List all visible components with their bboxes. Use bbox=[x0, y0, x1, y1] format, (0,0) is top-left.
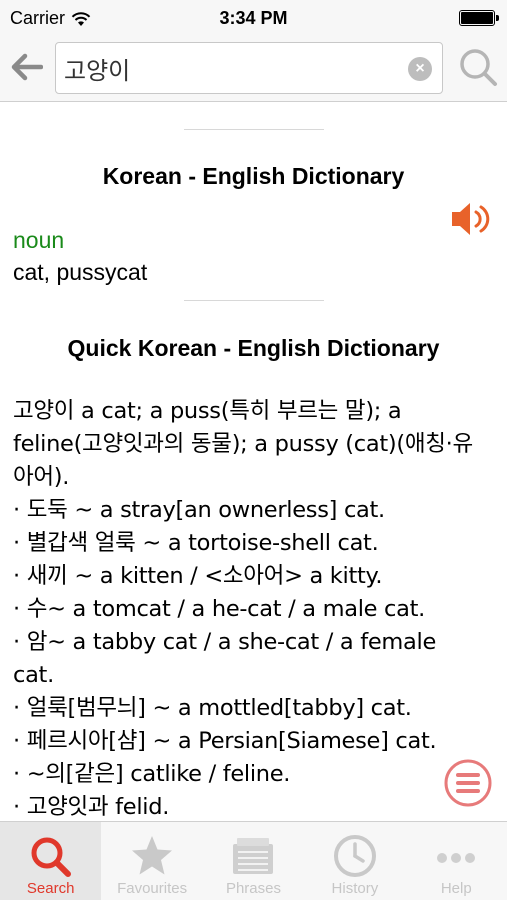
entry-line: 아어). bbox=[13, 464, 70, 490]
tab-phrases[interactable]: Phrases bbox=[203, 822, 304, 900]
phrases-icon bbox=[233, 838, 274, 874]
tab-history[interactable]: History bbox=[304, 822, 405, 900]
search-icon bbox=[460, 49, 497, 86]
entry-line: · ~의[같은] catlike / feline. bbox=[13, 761, 291, 787]
battery-icon bbox=[459, 10, 499, 26]
result-content[interactable]: Korean - English Dictionary noun cat, pu… bbox=[0, 103, 507, 821]
tab-label: Favourites bbox=[117, 880, 188, 897]
close-icon: × bbox=[415, 60, 425, 77]
entry-line: · 얼룩[범무늬] ~ a mottled[tabby] cat. bbox=[13, 695, 412, 721]
menu-icon bbox=[444, 759, 492, 807]
more-icon bbox=[437, 853, 476, 863]
definition-text: cat, pussycat bbox=[13, 259, 148, 285]
clock-icon bbox=[333, 835, 376, 877]
status-time: 3:34 PM bbox=[219, 8, 288, 28]
back-arrow-icon bbox=[11, 53, 43, 81]
tab-search[interactable]: Search bbox=[0, 822, 102, 900]
entry-line: · 도둑 ~ a stray[an ownerless] cat. bbox=[13, 497, 385, 523]
divider bbox=[184, 129, 324, 130]
speaker-icon bbox=[452, 203, 490, 235]
entry-line: 고양이 a cat; a puss(특히 부르는 말); a bbox=[13, 398, 402, 424]
tab-label: History bbox=[331, 880, 379, 897]
entry-line: · 별갑색 얼룩 ~ a tortoise-shell cat. bbox=[13, 530, 379, 556]
entry-line: · 고양잇과 felid. bbox=[13, 794, 170, 820]
star-icon bbox=[132, 836, 173, 875]
tab-help[interactable]: Help bbox=[406, 822, 507, 900]
tab-label: Phrases bbox=[225, 880, 281, 897]
search-box: × bbox=[55, 42, 443, 94]
tab-bar: Search Favourites Phrases History Help bbox=[0, 821, 507, 900]
entry-line: · 암~ a tabby cat / a she-cat / a female bbox=[13, 629, 437, 655]
search-header: × bbox=[0, 36, 507, 102]
search-icon bbox=[31, 837, 71, 877]
tab-label: Help bbox=[440, 880, 472, 897]
part-of-speech: noun bbox=[13, 227, 65, 253]
search-button[interactable] bbox=[457, 46, 499, 88]
entry-line: · 페르시아[샴] ~ a Persian[Siamese] cat. bbox=[13, 728, 437, 754]
entry-line: · 새끼 ~ a kitten / <소아어> a kitty. bbox=[13, 563, 383, 589]
entry-line: feline(고양잇과의 동물); a pussy (cat)(애칭·유 bbox=[13, 431, 473, 457]
back-button[interactable] bbox=[8, 48, 46, 86]
entry-line: · 수~ a tomcat / a he-cat / a male cat. bbox=[13, 596, 425, 622]
pronounce-button[interactable] bbox=[450, 199, 494, 239]
divider bbox=[184, 300, 324, 301]
quick-dictionary-title: Quick Korean - English Dictionary bbox=[67, 335, 440, 361]
dictionary-entry: 고양이 a cat; a puss(특히 부르는 말); a feline(고양… bbox=[13, 395, 497, 821]
dictionary-title: Korean - English Dictionary bbox=[102, 163, 405, 189]
clear-search-button[interactable]: × bbox=[408, 57, 432, 81]
tab-favourites[interactable]: Favourites bbox=[101, 822, 202, 900]
tab-label: Search bbox=[26, 880, 75, 897]
menu-button[interactable] bbox=[444, 759, 492, 807]
entry-line: cat. bbox=[13, 662, 54, 688]
search-input[interactable] bbox=[64, 51, 394, 85]
status-bar: Carrier 3:34 PM bbox=[0, 0, 507, 36]
